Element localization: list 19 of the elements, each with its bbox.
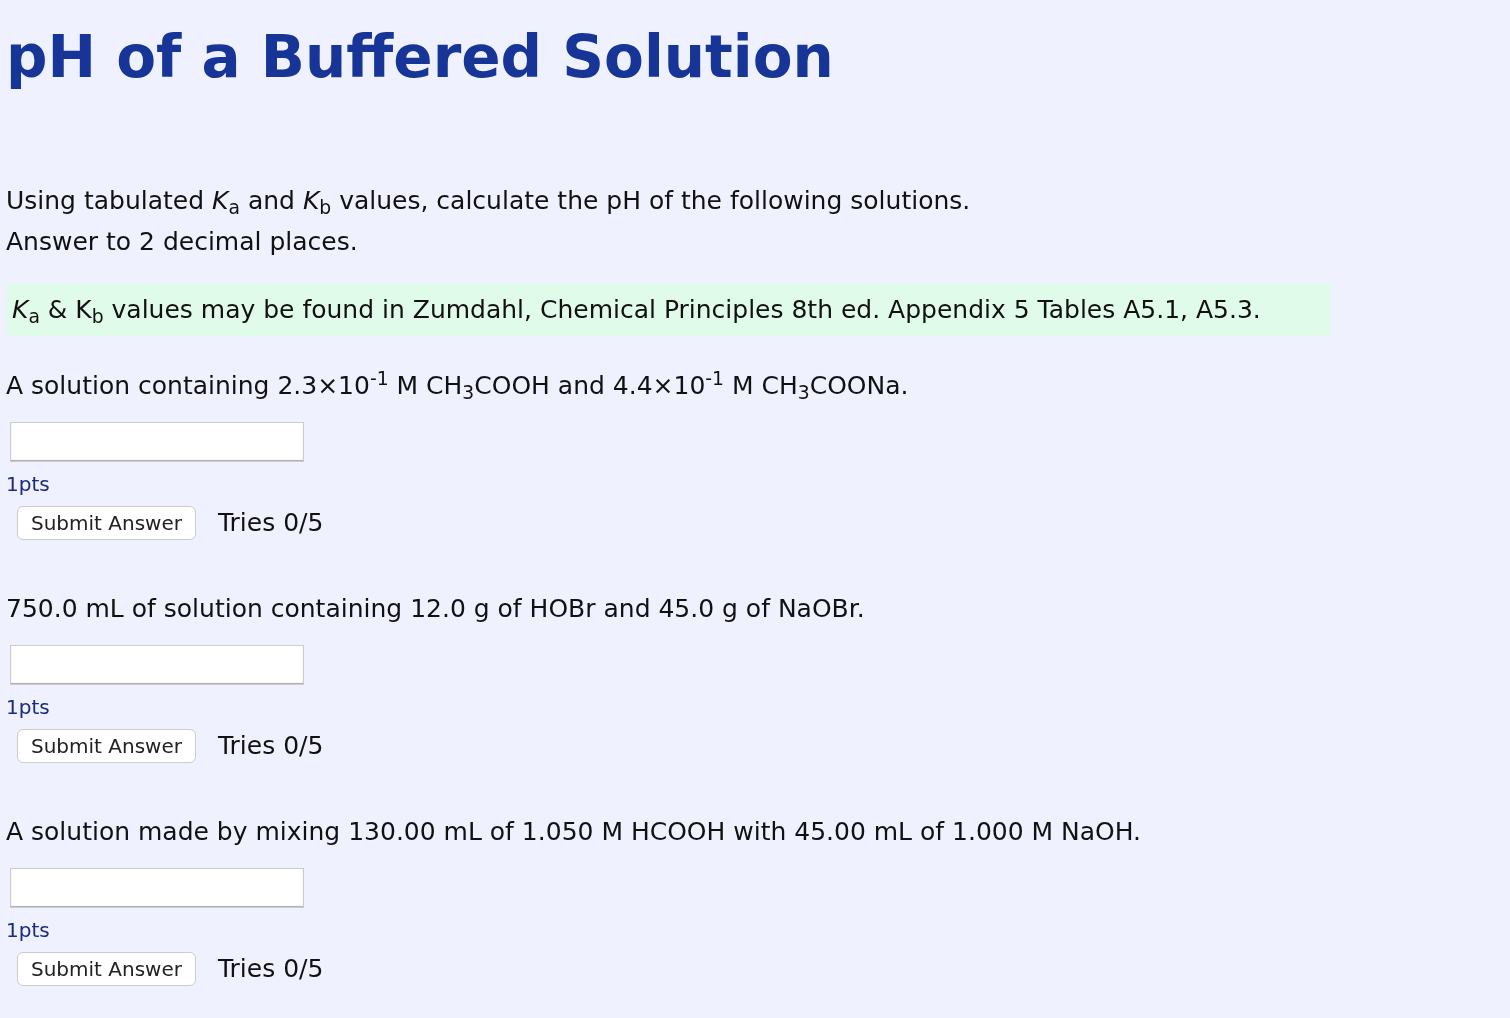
question-text: 750.0 mL of solution containing 12.0 g of HOBr and 45.0 g of NaOBr. [6,593,865,625]
page-title: pH of a Buffered Solution [6,22,834,92]
tries-counter: Tries 0/5 [217,730,324,762]
question-text: A solution containing 2.3×10$^{-1}$ M CH$_{3}$COOH and 4.4×10$^{-1}$ M CH$_{3}$COONa. [6,366,909,405]
answer-field[interactable] [10,868,304,908]
submit-answer-button[interactable]: Submit Answer [17,505,196,540]
tries-counter: Tries 0/5 [217,953,324,985]
instruction-text: Using tabulated K$_{a}$ and K$_{b}$ values, calculate the pH of the following solutions. [6,185,971,220]
answer-field[interactable] [10,645,304,685]
instruction-text: Answer to 2 decimal places. [6,226,358,258]
answer-field[interactable] [10,422,304,462]
question-text: A solution made by mixing 130.00 mL of 1.050 M HCOOH with 45.00 mL of 1.000 M NaOH. [6,816,1142,848]
submit-answer-button[interactable]: Submit Answer [17,728,196,763]
tries-counter: Tries 0/5 [217,507,324,539]
points-label: 1pts [6,694,50,721]
submit-answer-button[interactable]: Submit Answer [17,951,196,986]
points-label: 1pts [6,917,50,944]
points-label: 1pts [6,471,50,498]
reference-note: K$_{a}$ & K$_{b}$ values may be found in Zumdahl, Chemical Principles 8th ed. Appendix 5 Tables A5.1, A5.3. [6,284,1331,336]
